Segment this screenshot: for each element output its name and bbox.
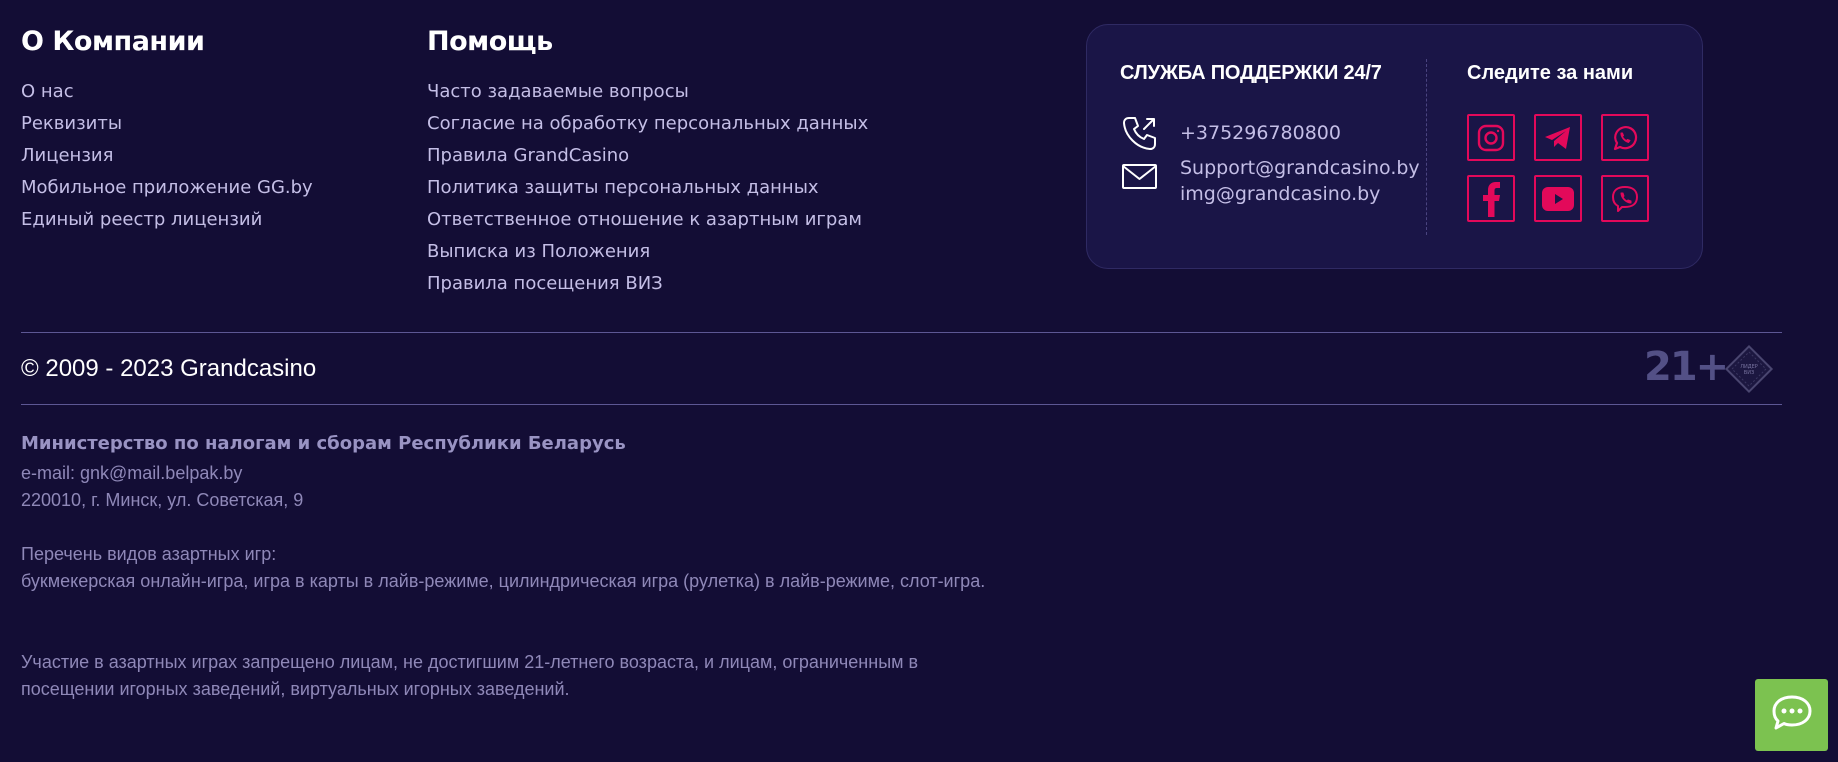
phone-icon [1120, 113, 1160, 153]
divider-top [21, 332, 1782, 333]
ministry-email: e-mail: gnk@mail.belpak.by [21, 463, 243, 483]
link-visit-rules[interactable]: Правила посещения ВИЗ [427, 268, 868, 300]
link-privacy-policy[interactable]: Политика защиты персональных данных [427, 172, 868, 204]
link-license-registry[interactable]: Единый реестр лицензий [21, 204, 313, 236]
support-card: СЛУЖБА ПОДДЕРЖКИ 24/7 +375296780800 Supp… [1086, 24, 1703, 269]
link-mobile-app[interactable]: Мобильное приложение GG.by [21, 172, 313, 204]
support-title: СЛУЖБА ПОДДЕРЖКИ 24/7 [1120, 62, 1382, 84]
leader-viz-logo: ЛИДЕР ВИЗ [1720, 340, 1778, 403]
link-personal-data-consent[interactable]: Согласие на обработку персональных данны… [427, 108, 868, 140]
envelope-icon [1120, 155, 1160, 195]
ministry-title: Министерство по налогам и сборам Республ… [21, 433, 626, 454]
email-support[interactable]: Support@grandcasino.by [1180, 155, 1420, 181]
phone-number[interactable]: +375296780800 [1180, 113, 1341, 146]
phone-contact[interactable]: +375296780800 [1120, 113, 1341, 153]
about-company-title: О Компании [21, 26, 205, 57]
link-license[interactable]: Лицензия [21, 140, 313, 172]
svg-text:ВИЗ: ВИЗ [1744, 370, 1754, 376]
link-requisites[interactable]: Реквизиты [21, 108, 313, 140]
chat-button[interactable] [1755, 679, 1828, 751]
chat-icon [1770, 693, 1814, 738]
social-links [1467, 114, 1649, 222]
link-regulation-extract[interactable]: Выписка из Положения [427, 236, 868, 268]
copyright: © 2009 - 2023 Grandcasino [21, 355, 317, 382]
help-title: Помощь [427, 26, 553, 57]
email-contact: Support@grandcasino.by img@grandcasino.b… [1120, 155, 1420, 207]
facebook-icon[interactable] [1467, 175, 1515, 222]
link-responsible-gaming[interactable]: Ответственное отношение к азартным играм [427, 204, 868, 236]
ministry-address: 220010, г. Минск, ул. Советская, 9 [21, 490, 304, 510]
link-faq[interactable]: Часто задаваемые вопросы [427, 76, 868, 108]
youtube-icon[interactable] [1534, 175, 1582, 222]
card-divider [1426, 59, 1427, 235]
link-rules[interactable]: Правила GrandCasino [427, 140, 868, 172]
instagram-icon[interactable] [1467, 114, 1515, 161]
age-restriction-notice: Участие в азартных играх запрещено лицам… [21, 652, 919, 699]
link-about-us[interactable]: О нас [21, 76, 313, 108]
about-links: О нас Реквизиты Лицензия Мобильное прило… [21, 76, 313, 236]
age-restriction-badge: 21+ [1644, 344, 1729, 390]
games-list-title: Перечень видов азартных игр: [21, 544, 277, 564]
email-img[interactable]: img@grandcasino.by [1180, 181, 1420, 207]
viber-icon[interactable] [1601, 175, 1649, 222]
games-list: букмекерская онлайн-игра, игра в карты в… [21, 571, 986, 591]
help-links: Часто задаваемые вопросы Согласие на обр… [427, 76, 868, 300]
telegram-icon[interactable] [1534, 114, 1582, 161]
whatsapp-icon[interactable] [1601, 114, 1649, 161]
follow-us-title: Следите за нами [1467, 62, 1634, 84]
divider-bottom [21, 404, 1782, 405]
